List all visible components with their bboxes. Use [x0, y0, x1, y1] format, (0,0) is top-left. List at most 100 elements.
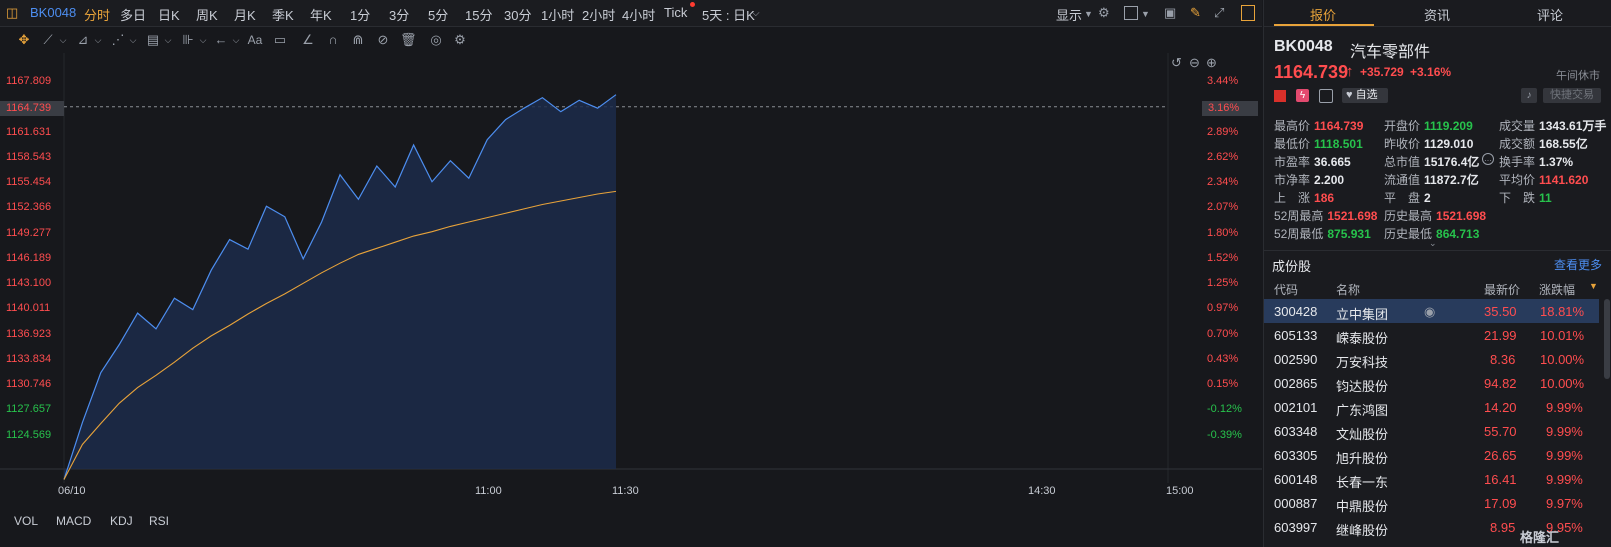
angle-tool-icon[interactable]: ∠ — [300, 32, 316, 48]
chevron-down-icon[interactable]: ⌵ — [55, 32, 71, 48]
table-row[interactable]: 603305 旭升股份 26.65 9.99% — [1264, 443, 1599, 467]
channel-tool-icon[interactable]: ⊿ — [75, 32, 91, 48]
indicator-kdj[interactable]: KDJ — [110, 514, 133, 528]
quick-trade-button[interactable]: 快捷交易 — [1543, 88, 1601, 103]
col-header-change[interactable]: 涨跌幅 — [1539, 281, 1575, 298]
bell-icon[interactable]: ♪ — [1521, 88, 1537, 103]
indicator-vol[interactable]: VOL — [14, 514, 38, 528]
period-tab-15min[interactable]: 15分 — [465, 5, 492, 24]
row-pct: 9.99% — [1546, 424, 1583, 439]
camera-icon[interactable]: ▣ — [1164, 5, 1176, 21]
period-tab-tick[interactable]: Tick — [664, 5, 687, 20]
crosshair-icon[interactable]: ✥ — [16, 32, 32, 48]
stat-value: 11872.7亿 — [1424, 173, 1479, 187]
stat-label: 成交额 — [1499, 137, 1536, 151]
display-button[interactable]: 显示 — [1056, 5, 1082, 24]
fullscreen-icon[interactable]: ⤢ — [1214, 5, 1224, 21]
period-tab-year[interactable]: 年K — [310, 5, 332, 24]
col-header-code[interactable]: 代码 — [1274, 281, 1298, 298]
magnet-icon[interactable]: ∩ — [325, 32, 341, 48]
chevron-down-icon[interactable]: ⌵ — [752, 8, 760, 19]
table-row[interactable]: 603348 文灿股份 55.70 9.99% — [1264, 419, 1599, 443]
tab-comments[interactable]: 评论 — [1537, 5, 1563, 24]
arch-icon[interactable]: ⋒ — [350, 32, 366, 48]
period-tab-week[interactable]: 周K — [196, 5, 218, 24]
table-row[interactable]: 002590 万安科技 8.36 10.00% — [1264, 347, 1599, 371]
watchlist-label: 自选 — [1355, 89, 1378, 101]
trash-icon[interactable]: 🗑 — [400, 32, 417, 48]
period-tab-quarter[interactable]: 季K — [272, 5, 294, 24]
period-toolbar: ◫ BK0048 分时 多日 日K 周K 月K 季K 年K 1分 3分 5分 1… — [0, 0, 1262, 27]
row-code: 002101 — [1274, 400, 1318, 415]
table-row[interactable]: 002865 钧达股份 94.82 10.00% — [1264, 371, 1599, 395]
chevron-down-icon[interactable]: ⌵ — [160, 32, 176, 48]
chevron-down-icon[interactable]: ▼ — [1141, 9, 1150, 19]
side-panel-toggle-icon[interactable] — [1241, 5, 1255, 21]
stat-value: 1141.620 — [1539, 173, 1589, 187]
arrow-tool-icon[interactable]: ← — [213, 32, 229, 48]
scrollbar-thumb[interactable] — [1604, 299, 1610, 379]
watchlist-button[interactable]: ♥ 自选 — [1342, 88, 1388, 103]
chevron-down-icon[interactable]: ⌵ — [125, 32, 141, 48]
period-tab-day[interactable]: 日K — [158, 5, 180, 24]
stat-avg-price: 平均价 1141.620 — [1499, 171, 1588, 188]
pct-tick: 0.43% — [1207, 353, 1239, 365]
fib-tool-icon[interactable]: ▤ — [145, 32, 161, 48]
table-row[interactable]: 300428 立中集团 ◉ 35.50 18.81% — [1264, 299, 1599, 323]
period-tab-1h[interactable]: 1小时 — [541, 5, 574, 24]
tab-news[interactable]: 资讯 — [1424, 5, 1450, 24]
stat-label: 市净率 — [1274, 173, 1311, 187]
layout-icon[interactable]: ◫ — [6, 5, 18, 21]
table-row[interactable]: 000887 中鼎股份 17.09 9.97% — [1264, 491, 1599, 515]
table-row[interactable]: 002101 广东鸿图 14.20 9.99% — [1264, 395, 1599, 419]
hide-icon[interactable]: ⊘ — [375, 32, 391, 48]
measure-tool-icon[interactable]: ⊪ — [180, 32, 196, 48]
chevron-down-icon[interactable]: ⌵ — [228, 32, 244, 48]
eye-icon[interactable]: ◉ — [1424, 304, 1435, 320]
indicator-rsi[interactable]: RSI — [149, 514, 169, 528]
gear-icon[interactable]: ⚙ — [1098, 5, 1110, 21]
table-row[interactable]: 605133 嵘泰股份 21.99 10.01% — [1264, 323, 1599, 347]
multiday-select[interactable]: 5天 : 日K — [702, 5, 755, 24]
chevron-down-icon[interactable]: ⌵ — [90, 32, 106, 48]
period-tab-fenshi[interactable]: 分时 — [84, 5, 110, 24]
more-icon[interactable]: … — [1482, 153, 1494, 165]
code-label[interactable]: BK0048 — [30, 5, 76, 20]
pct-tick: 2.34% — [1207, 176, 1239, 188]
period-tab-5min[interactable]: 5分 — [428, 5, 448, 24]
text-tool-icon[interactable]: Aa — [247, 32, 263, 48]
indicator-macd[interactable]: MACD — [56, 514, 91, 528]
period-tab-month[interactable]: 月K — [234, 5, 256, 24]
chevron-down-icon[interactable]: ▼ — [1084, 9, 1093, 19]
table-row[interactable]: 600148 长春一东 16.41 9.99% — [1264, 467, 1599, 491]
comment-tool-icon[interactable]: ▭ — [272, 32, 288, 48]
collapse-chevron-icon[interactable]: ⌄ — [1429, 238, 1437, 249]
line-tool-icon[interactable]: ⟋ — [40, 32, 56, 48]
stat-turnover: 成交额 168.55亿 — [1499, 135, 1588, 152]
period-tab-30min[interactable]: 30分 — [504, 5, 531, 24]
period-tab-3min[interactable]: 3分 — [389, 5, 409, 24]
period-tab-4h[interactable]: 4小时 — [622, 5, 655, 24]
pencil-icon[interactable]: ✎ — [1190, 5, 1201, 21]
stat-label: 流通值 — [1384, 173, 1421, 187]
checkbox-icon[interactable] — [1124, 6, 1138, 20]
stat-value: 864.713 — [1436, 227, 1480, 241]
period-tab-2h[interactable]: 2小时 — [582, 5, 615, 24]
lightning-icon[interactable]: ϟ — [1296, 89, 1309, 102]
note-icon[interactable] — [1319, 89, 1333, 103]
settings-icon[interactable]: ⚙ — [452, 32, 468, 48]
chevron-down-icon[interactable]: ⌵ — [195, 32, 211, 48]
sort-chevron-icon[interactable]: ▼ — [1589, 281, 1598, 291]
tab-quote[interactable]: 报价 — [1310, 5, 1336, 24]
stat-pe: 市盈率 36.665 — [1274, 153, 1351, 170]
period-tab-multiday[interactable]: 多日 — [120, 5, 146, 24]
wave-tool-icon[interactable]: ⋰ — [110, 32, 126, 48]
col-header-name[interactable]: 名称 — [1336, 281, 1360, 298]
stat-label: 上 涨 — [1274, 191, 1311, 205]
price-tick: 1124.569 — [6, 429, 52, 441]
period-tab-1min[interactable]: 1分 — [350, 5, 370, 24]
eye-icon[interactable]: ◎ — [428, 32, 444, 48]
see-more-link[interactable]: 查看更多 — [1554, 256, 1602, 273]
col-header-price[interactable]: 最新价 — [1484, 281, 1520, 298]
price-chart[interactable] — [0, 53, 1262, 547]
